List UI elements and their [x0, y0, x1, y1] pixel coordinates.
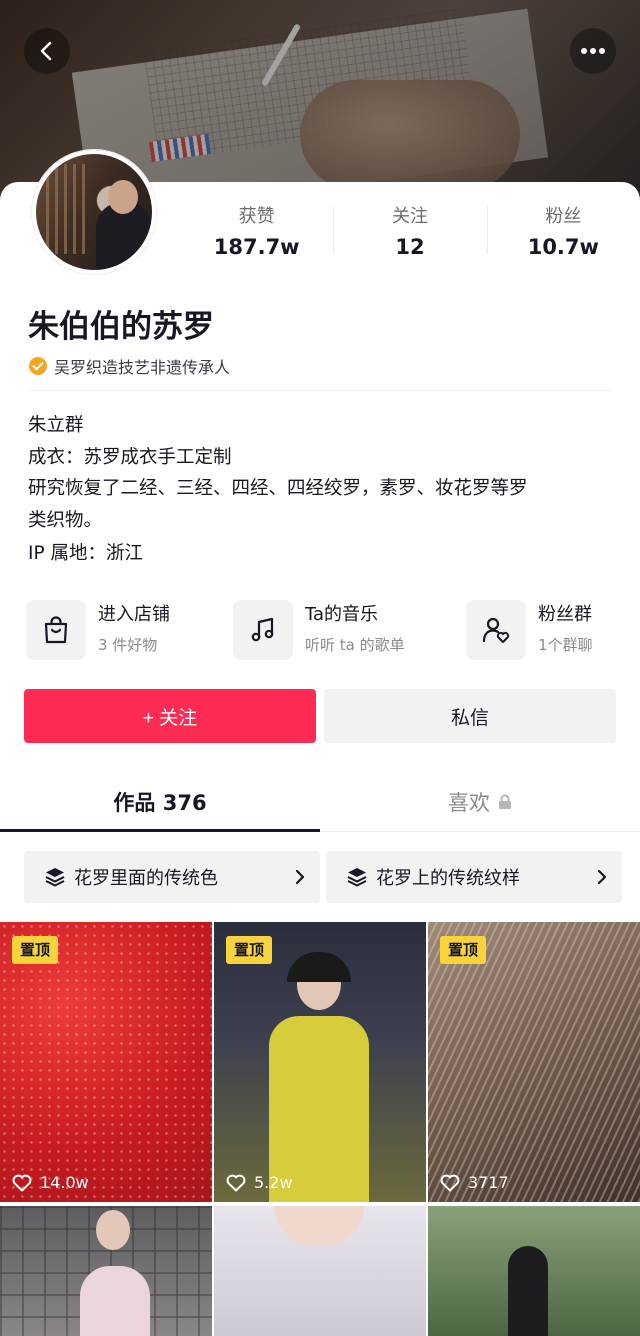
video-tile[interactable]: [214, 1206, 426, 1336]
shortcut-subtitle: 1个群聊: [538, 636, 593, 654]
profile-name: 朱伯伯的苏罗: [28, 309, 214, 345]
music-note-icon: [251, 617, 274, 642]
shopping-bag-icon: [44, 616, 68, 644]
shortcut-shop[interactable]: 进入店铺 3 件好物: [26, 600, 216, 660]
heart-icon: [440, 1174, 460, 1191]
heart-icon: [12, 1174, 32, 1191]
bio-line: 成衣：苏罗成衣手工定制: [28, 446, 232, 468]
stat-label: 粉丝: [545, 206, 582, 227]
collection-traditional-patterns[interactable]: 花罗上的传统纹样: [326, 851, 622, 903]
shortcut-title: 粉丝群: [538, 604, 592, 625]
tab-label: 喜欢: [448, 791, 490, 815]
shortcut-subtitle: 3 件好物: [98, 636, 158, 654]
shortcut-icon-box: [466, 600, 526, 660]
stat-label: 关注: [391, 206, 428, 227]
shortcut-title: Ta的音乐: [305, 604, 379, 625]
video-tile[interactable]: 置顶 5.2w: [214, 922, 426, 1202]
chevron-left-icon: [40, 41, 52, 61]
verified-check-icon: [29, 357, 47, 375]
chevron-right-icon: [280, 869, 320, 885]
shortcut-subtitle: 听听 ta 的歌单: [305, 636, 405, 654]
shortcut-icon-box: [233, 600, 293, 660]
more-button[interactable]: [570, 28, 616, 74]
group-heart-icon: [482, 617, 510, 643]
collection-label: 花罗里面的传统色: [74, 868, 218, 889]
active-tab-indicator: [0, 829, 320, 832]
stats-row: 获赞 187.7w 关注 12 粉丝 10.7w: [180, 204, 640, 268]
shortcut-music[interactable]: Ta的音乐 听听 ta 的歌单: [233, 600, 448, 660]
video-tile[interactable]: [428, 1206, 640, 1336]
tab-label: 作品 376: [113, 791, 207, 815]
like-count: 3717: [440, 1173, 509, 1192]
tab-works[interactable]: 作品 376: [0, 772, 320, 832]
bio-line: 研究恢复了二经、三经、四经、四经绞罗，素罗、妆花罗等罗: [28, 478, 528, 499]
collection-traditional-colors[interactable]: 花罗里面的传统色: [24, 851, 320, 903]
stat-value: 12: [395, 235, 425, 259]
video-tile[interactable]: 置顶 3717: [428, 922, 640, 1202]
bio-line: 类织物。: [28, 509, 103, 531]
layers-icon: [45, 868, 65, 887]
thumbnail-face: [96, 1210, 130, 1250]
shortcut-fan-group[interactable]: 粉丝群 1个群聊: [466, 600, 616, 660]
heart-icon: [226, 1174, 246, 1191]
verification-text: 吴罗织造技艺非遗传承人: [54, 358, 231, 377]
pinned-badge: 置顶: [440, 936, 487, 964]
video-tile[interactable]: 置顶 14.0w: [0, 922, 212, 1202]
thumbnail-figure: [269, 952, 369, 1202]
pinned-badge: 置顶: [226, 936, 273, 964]
like-count-text: 5.2w: [254, 1173, 293, 1192]
tab-likes[interactable]: 喜欢: [320, 772, 640, 832]
stat-followers[interactable]: 粉丝 10.7w: [486, 204, 640, 268]
avatar[interactable]: [32, 150, 156, 274]
like-count: 14.0w: [12, 1173, 89, 1192]
stat-value: 10.7w: [527, 235, 599, 259]
back-button[interactable]: [24, 28, 70, 74]
like-count-text: 14.0w: [40, 1173, 89, 1192]
thumbnail-texture: [0, 922, 212, 1202]
more-horizontal-icon: [581, 48, 605, 54]
ip-location: IP 属地：浙江: [28, 543, 143, 564]
message-button[interactable]: 私信: [324, 689, 616, 743]
bio: 朱立群 成衣：苏罗成衣手工定制 研究恢复了二经、三经、四经、四经绞罗，素罗、妆花…: [28, 410, 618, 536]
shortcut-row: 进入店铺 3 件好物 Ta的音乐 听听 ta 的歌单 粉丝群 1个群聊: [0, 600, 640, 660]
thumbnail-figure: [508, 1246, 548, 1336]
like-count-text: 3717: [468, 1173, 509, 1192]
follow-button[interactable]: + 关注: [24, 689, 316, 743]
shortcut-icon-box: [26, 600, 86, 660]
chevron-right-icon: [582, 869, 622, 885]
divider: [28, 390, 612, 391]
lock-icon: [499, 794, 511, 809]
bio-line: 朱立群: [28, 415, 84, 436]
video-tile[interactable]: [0, 1206, 212, 1336]
collection-label: 花罗上的传统纹样: [376, 868, 520, 889]
stat-label: 获赞: [238, 206, 275, 227]
like-count: 5.2w: [226, 1173, 293, 1192]
verification-badge: 吴罗织造技艺非遗传承人: [28, 354, 230, 378]
shortcut-title: 进入店铺: [98, 604, 170, 625]
thumbnail-texture: [428, 922, 640, 1202]
thumbnail-figure: [80, 1266, 150, 1336]
stat-value: 187.7w: [213, 235, 300, 259]
stat-following[interactable]: 关注 12: [333, 204, 486, 268]
pinned-badge: 置顶: [12, 936, 59, 964]
content-tabs: 作品 376 喜欢: [0, 772, 640, 832]
layers-icon: [347, 868, 367, 887]
stat-likes[interactable]: 获赞 187.7w: [180, 204, 333, 268]
collections-row: 花罗里面的传统色 花罗上的传统纹样: [24, 851, 624, 903]
